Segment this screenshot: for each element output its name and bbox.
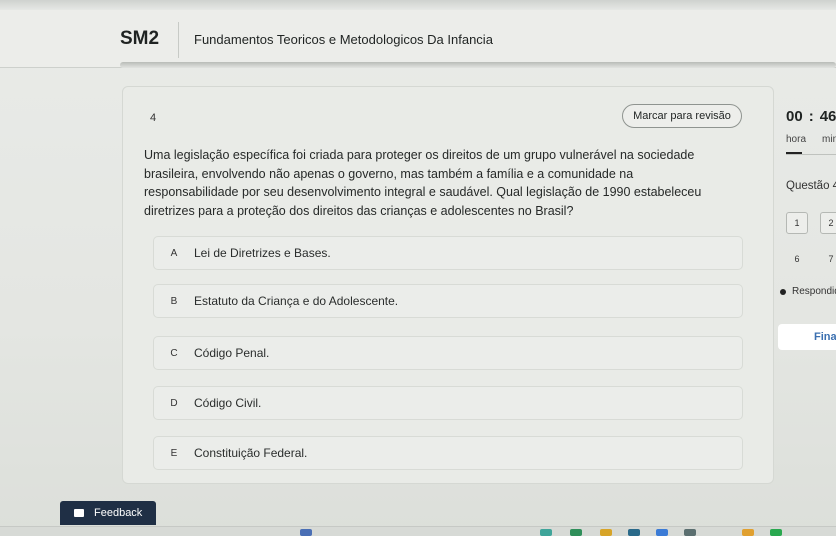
option-e[interactable]: E Constituição Federal. bbox=[153, 436, 743, 470]
feedback-icon bbox=[74, 509, 84, 517]
question-nav-6[interactable]: 6 bbox=[786, 248, 808, 270]
timer-hours-label: hora bbox=[786, 134, 807, 145]
taskbar-app-icon[interactable] bbox=[570, 529, 582, 536]
timer-digits: 00:46 bbox=[786, 108, 836, 125]
option-letter: E bbox=[170, 447, 178, 459]
question-number: 4 bbox=[150, 112, 157, 124]
taskbar bbox=[0, 526, 836, 536]
option-letter: A bbox=[170, 247, 178, 259]
option-text: Constituição Federal. bbox=[194, 446, 308, 460]
question-nav-2[interactable]: 2 bbox=[820, 212, 836, 234]
sidebar-question-label: Questão 4 bbox=[786, 180, 836, 192]
timer-labels: hora min bbox=[786, 134, 836, 145]
header-divider bbox=[178, 22, 179, 58]
timer-minutes: 46 bbox=[819, 108, 836, 125]
taskbar-app-icon[interactable] bbox=[656, 529, 668, 536]
option-letter: B bbox=[170, 295, 178, 307]
legend-dot-icon bbox=[780, 288, 786, 295]
option-letter: C bbox=[170, 347, 178, 359]
taskbar-app-icon[interactable] bbox=[540, 529, 552, 536]
legend-answered-label: Respondida bbox=[792, 286, 836, 297]
timer-minutes-label: min bbox=[822, 134, 836, 145]
question-nav-7[interactable]: 7 bbox=[820, 248, 836, 270]
option-letter: D bbox=[170, 397, 178, 409]
option-a[interactable]: A Lei de Diretrizes e Bases. bbox=[153, 236, 743, 270]
option-c[interactable]: C Código Penal. bbox=[153, 336, 743, 370]
taskbar-app-icon[interactable] bbox=[300, 529, 312, 536]
taskbar-app-icon[interactable] bbox=[600, 529, 612, 536]
timer: 00:46 hora min bbox=[786, 108, 836, 145]
option-d[interactable]: D Código Civil. bbox=[153, 386, 743, 420]
timer-colon: : bbox=[808, 108, 814, 125]
option-text: Estatuto da Criança e do Adolescente. bbox=[194, 294, 399, 308]
option-text: Código Penal. bbox=[194, 346, 270, 360]
taskbar-app-icon[interactable] bbox=[742, 529, 754, 536]
taskbar-app-icon[interactable] bbox=[628, 529, 640, 536]
page-header: SM2 Fundamentos Teoricos e Metodologicos… bbox=[0, 10, 836, 68]
option-text: Código Civil. bbox=[194, 396, 262, 410]
legend-answered: Respondida bbox=[780, 286, 836, 297]
question-text: Uma legislação específica foi criada par… bbox=[144, 148, 702, 218]
course-code: SM2 bbox=[120, 28, 160, 49]
taskbar-app-icon[interactable] bbox=[684, 529, 696, 536]
option-b[interactable]: B Estatuto da Criança e do Adolescente. bbox=[153, 284, 743, 318]
course-title: Fundamentos Teoricos e Metodologicos Da … bbox=[194, 32, 493, 47]
timer-underline bbox=[786, 154, 836, 155]
feedback-label: Feedback bbox=[94, 507, 143, 519]
header-shadow bbox=[120, 62, 836, 68]
taskbar-app-icon[interactable] bbox=[770, 529, 782, 536]
feedback-button[interactable]: Feedback bbox=[60, 501, 156, 525]
mark-for-review-button[interactable]: Marcar para revisão bbox=[622, 104, 742, 128]
question-nav-1[interactable]: 1 bbox=[786, 212, 808, 234]
finish-button[interactable]: Finalizar bbox=[778, 324, 836, 350]
browser-top-strip bbox=[0, 0, 836, 10]
timer-hours: 00 bbox=[786, 108, 803, 125]
option-text: Lei de Diretrizes e Bases. bbox=[194, 246, 331, 260]
